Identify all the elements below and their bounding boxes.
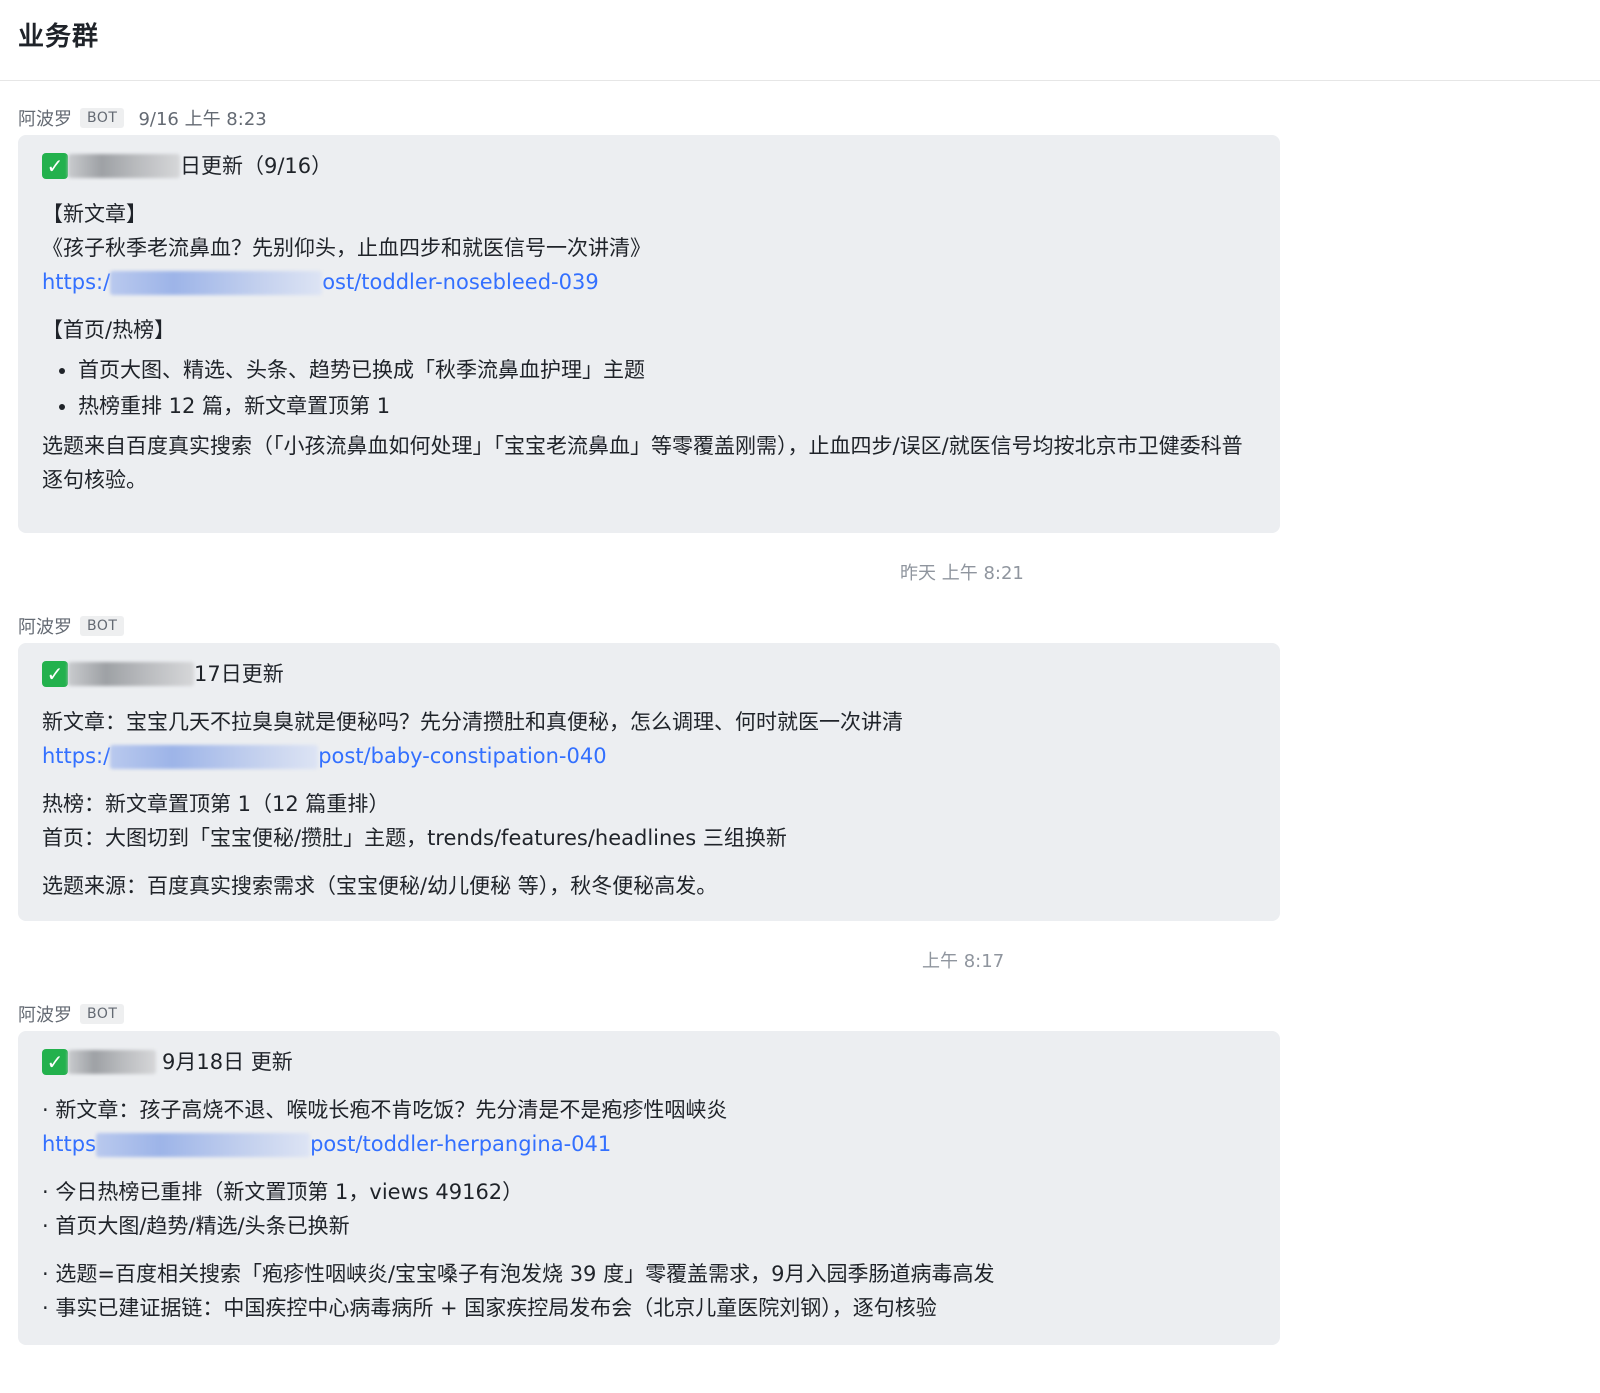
headline-text: 日更新（9/16） (180, 154, 333, 178)
redacted-link (110, 745, 319, 769)
headline-text: 17日更新 (194, 662, 284, 686)
detail-line: · 首页大图/趋势/精选/头条已换新 (42, 1214, 350, 1238)
article-link[interactable]: https post/toddler-herpangina-041 (42, 1127, 1256, 1161)
article-title: 《孩子秋季老流鼻血？先别仰头，止血四步和就医信号一次讲清》 (42, 236, 651, 260)
home-line: 首页：大图切到「宝宝便秘/攒肚」主题，trends/features/headl… (42, 826, 787, 850)
check-icon: ✓ (42, 661, 68, 687)
redacted-text (68, 1050, 156, 1074)
article-line: 新文章：宝宝几天不拉臭臭就是便秘吗？先分清攒肚和真便秘，怎么调理、何时就医一次讲… (42, 710, 903, 734)
link-prefix[interactable]: https:/ (42, 270, 110, 294)
link-prefix[interactable]: https (42, 1132, 96, 1156)
link-suffix[interactable]: ost/toddler-nosebleed-039 (322, 270, 598, 294)
bot-badge: BOT (80, 108, 125, 128)
detail-line: · 今日热榜已重排（新文置顶第 1，views 49162） (42, 1180, 524, 1204)
detail-line: · 选题=百度相关搜索「疱疹性咽峡炎/宝宝嗓子有泡发烧 39 度」零覆盖需求，9… (42, 1262, 995, 1286)
source-line: 选题来源：百度真实搜索需求（宝宝便秘/幼儿便秘 等），秋冬便秘高发。 (42, 874, 718, 898)
article-line: · 新文章：孩子高烧不退、喉咙长疱不肯吃饭？先分清是不是疱疹性咽峡炎 (42, 1098, 728, 1122)
time-separator: 上午 8:17 (922, 951, 1005, 972)
hot-line: 热榜：新文章置顶第 1（12 篇重排） (42, 792, 390, 816)
message-meta: 阿波罗 BOT (18, 1001, 125, 1027)
bot-badge: BOT (80, 1004, 125, 1024)
redacted-link (110, 271, 323, 295)
redacted-text (68, 154, 180, 178)
link-prefix[interactable]: https:/ (42, 744, 110, 768)
list-item: 热榜重排 12 篇，新文章置顶第 1 (78, 389, 1256, 423)
message-headline: ✓ 日更新（9/16） (42, 149, 1256, 183)
check-icon: ✓ (42, 153, 68, 179)
message-footer: 选题来自百度真实搜索（「小孩流鼻血如何处理」「宝宝老流鼻血」等零覆盖刚需），止血… (42, 434, 1243, 492)
message-time: 9/16 上午 8:23 (138, 109, 267, 130)
bot-badge: BOT (80, 616, 125, 636)
message-headline: ✓ 17日更新 (42, 657, 1256, 691)
check-icon: ✓ (42, 1049, 68, 1075)
sender-name[interactable]: 阿波罗 (18, 1001, 72, 1027)
headline-text: 9月18日 更新 (162, 1050, 293, 1074)
bullet-list: 首页大图、精选、头条、趋势已换成「秋季流鼻血护理」主题 热榜重排 12 篇，新文… (42, 353, 1256, 423)
link-suffix[interactable]: post/baby-constipation-040 (318, 744, 606, 768)
link-suffix[interactable]: post/toddler-herpangina-041 (310, 1132, 611, 1156)
chat-title: 业务群 (18, 21, 100, 52)
article-link[interactable]: https:/ ost/toddler-nosebleed-039 (42, 265, 1256, 299)
section-title: 【首页/热榜】 (42, 318, 176, 342)
redacted-text (68, 662, 194, 686)
sender-name[interactable]: 阿波罗 (18, 613, 72, 639)
chat-header: 业务群 (0, 0, 1600, 81)
sender-name[interactable]: 阿波罗 (18, 105, 72, 131)
section-title: 【新文章】 (42, 202, 147, 226)
message-meta: 阿波罗 BOT (18, 613, 125, 639)
redacted-link (96, 1133, 311, 1157)
message-card: ✓ 17日更新 新文章：宝宝几天不拉臭臭就是便秘吗？先分清攒肚和真便秘，怎么调理… (18, 643, 1280, 921)
detail-line: · 事实已建证据链：中国疾控中心病毒病所 + 国家疾控局发布会（北京儿童医院刘钢… (42, 1296, 937, 1320)
message-meta: 阿波罗 BOT 9/16 上午 8:23 (18, 105, 267, 131)
message-card: ✓ 9月18日 更新 · 新文章：孩子高烧不退、喉咙长疱不肯吃饭？先分清是不是疱… (18, 1031, 1280, 1345)
time-separator: 昨天 上午 8:21 (900, 563, 1024, 584)
article-link[interactable]: https:/ post/baby-constipation-040 (42, 739, 1256, 773)
message-headline: ✓ 9月18日 更新 (42, 1045, 1256, 1079)
message-card: ✓ 日更新（9/16） 【新文章】 《孩子秋季老流鼻血？先别仰头，止血四步和就医… (18, 135, 1280, 533)
list-item: 首页大图、精选、头条、趋势已换成「秋季流鼻血护理」主题 (78, 353, 1256, 387)
